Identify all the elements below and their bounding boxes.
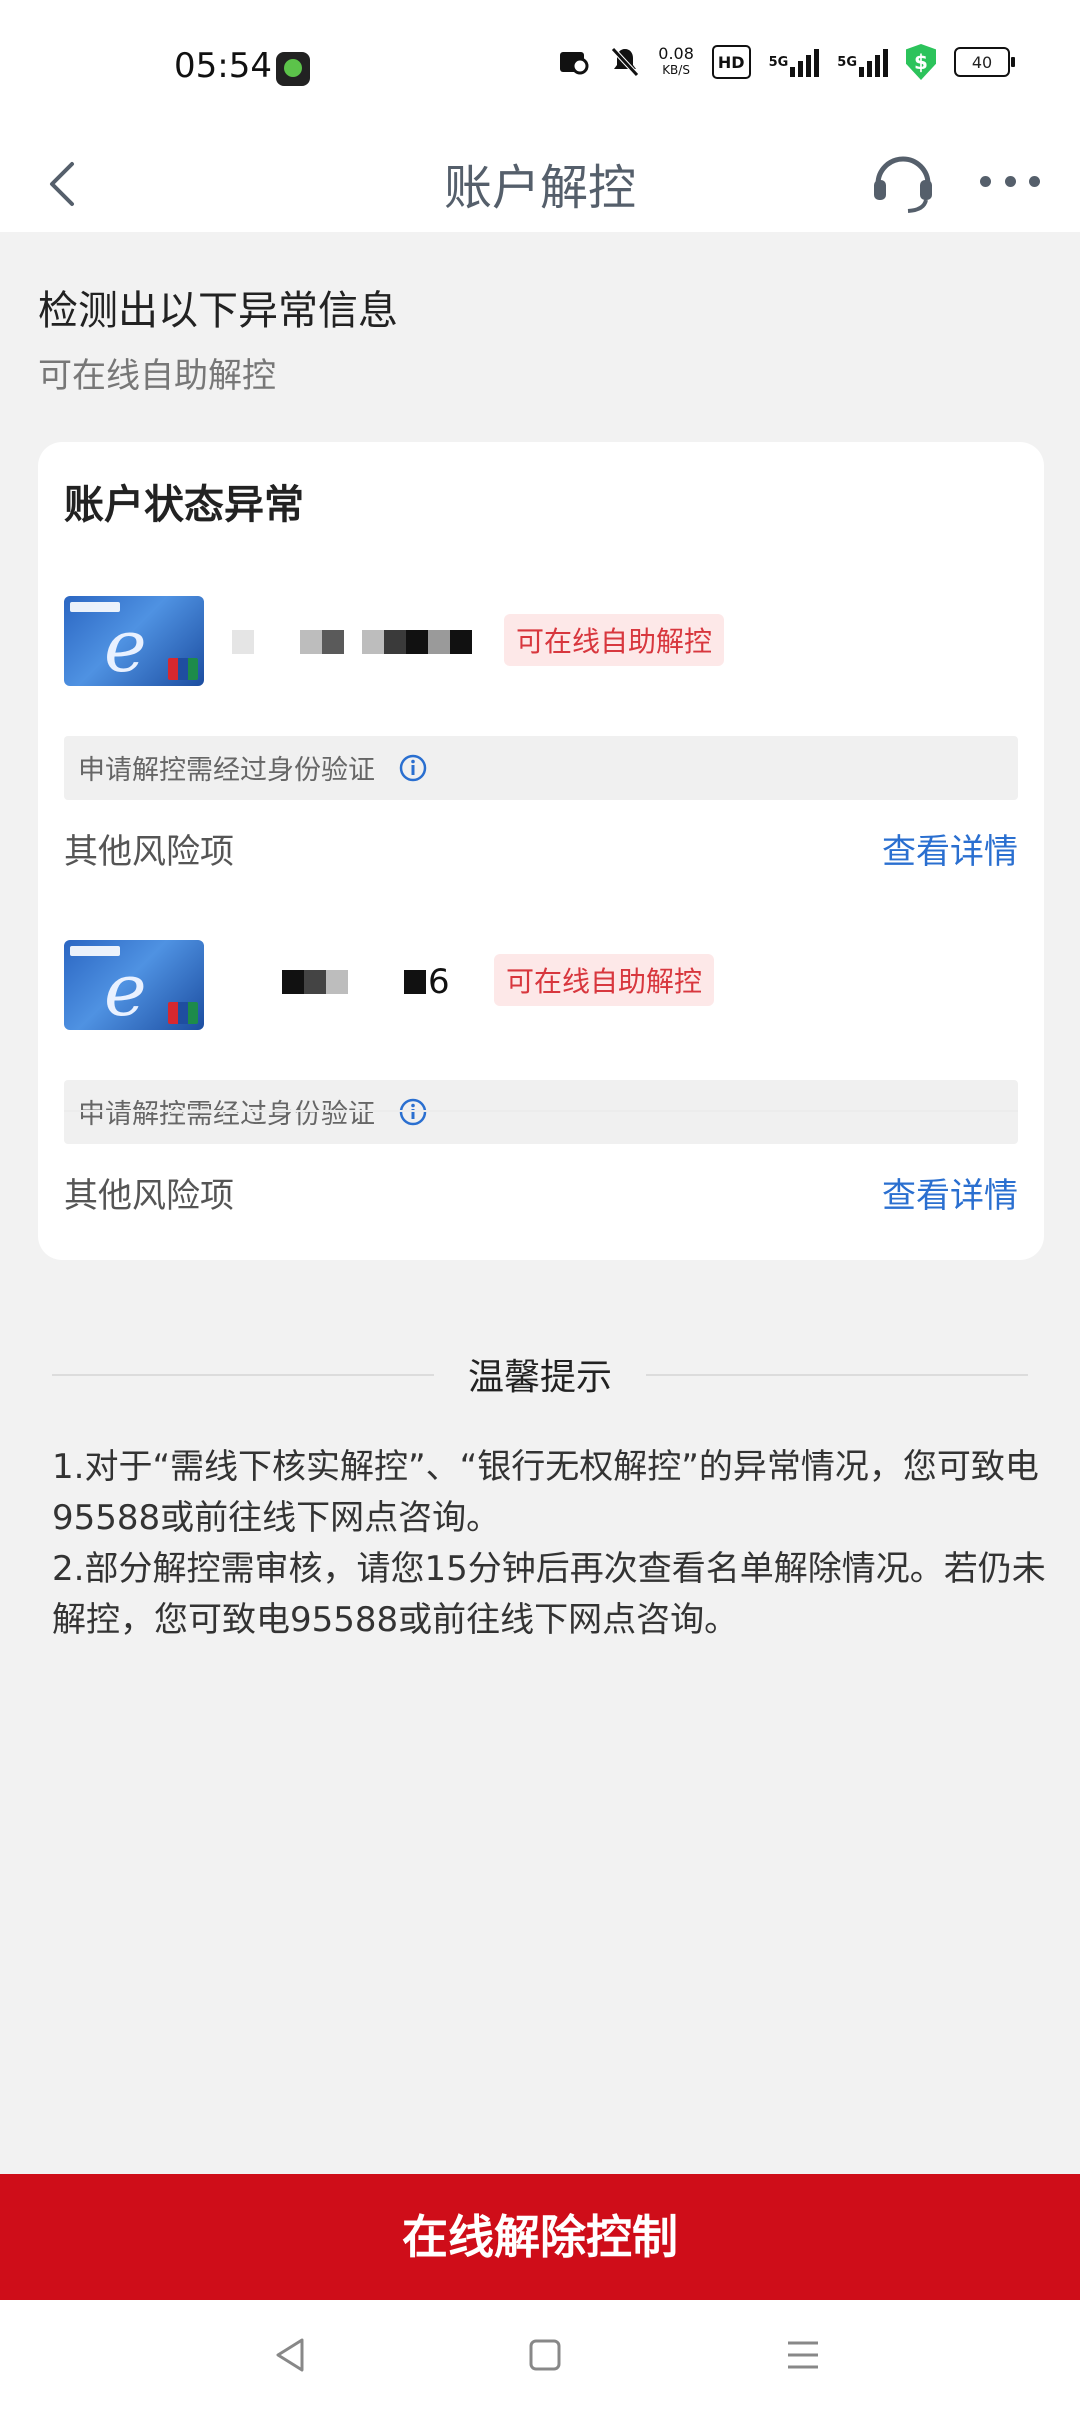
- verify-notice: 申请解控需经过身份验证: [64, 736, 1018, 800]
- view-details-link[interactable]: 查看详情: [882, 824, 1018, 873]
- risk-label: 其他风险项: [64, 1176, 234, 1216]
- more-dot-icon: [980, 175, 991, 187]
- network-speed: 0.08 KB/S: [658, 46, 694, 78]
- system-back-icon[interactable]: [266, 2330, 316, 2380]
- tip-item: 1.对于“需线下核实解控”、“银行无权解控”的异常情况，您可致电95588或前往…: [52, 1447, 1039, 1538]
- verify-text: 申请解控需经过身份验证: [78, 755, 375, 786]
- more-dot-icon: [1029, 175, 1040, 187]
- risk-label: 其他风险项: [64, 832, 234, 872]
- card-title: 账户状态异常: [64, 482, 304, 528]
- system-nav-bar: [0, 2300, 1080, 2412]
- security-shield-icon: $: [906, 44, 936, 80]
- tips-header: 温馨提示: [52, 1344, 1028, 1404]
- online-unlock-button[interactable]: 在线解除控制: [0, 2174, 1080, 2300]
- signal-1-label: 5G: [768, 54, 789, 70]
- more-dot-icon: [1004, 175, 1016, 187]
- status-icons: 0.08 KB/S HD 5G 5G $ 40: [558, 44, 1015, 80]
- verify-notice: 申请解控需经过身份验证: [64, 1080, 1018, 1144]
- status-bar: 05:54 0.08 KB/S HD 5G 5G $ 40: [0, 0, 1080, 140]
- signal-1: 5G: [769, 47, 820, 77]
- tips-content: 1.对于“需线下核实解控”、“银行无权解控”的异常情况，您可致电95588或前往…: [38, 1432, 1066, 1660]
- section-subheading: 可在线自助解控: [38, 356, 276, 396]
- more-button[interactable]: [980, 166, 1040, 196]
- app-notification-icon: [276, 52, 310, 86]
- system-menu-icon[interactable]: [778, 2330, 828, 2380]
- info-icon[interactable]: [398, 1097, 428, 1127]
- signal-2-label: 5G: [837, 54, 857, 70]
- signal-bars-icon: [790, 47, 820, 77]
- status-badge: 可在线自助解控: [494, 954, 715, 1006]
- hd-icon: HD: [711, 45, 751, 79]
- tips-title: 温馨提示: [467, 1357, 612, 1398]
- battery-icon: 40: [954, 47, 1015, 77]
- card-divider: [64, 1110, 1018, 1112]
- nav-bar: 账户解控: [0, 140, 1080, 232]
- signal-bars-icon: [859, 47, 888, 77]
- bank-card-image: e: [64, 940, 204, 1030]
- signal-2: 5G: [837, 47, 888, 77]
- network-speed-value: 0.08: [658, 44, 694, 63]
- status-badge: 可在线自助解控: [504, 614, 725, 666]
- bank-card-image: e: [64, 596, 204, 686]
- account-status-card: 账户状态异常 e 可在线自助解控 申请解控需经过身份验证 其他风险项 查看详情 …: [38, 442, 1044, 1260]
- headset-icon: [874, 156, 932, 213]
- view-details-link[interactable]: 查看详情: [882, 1168, 1018, 1217]
- network-speed-unit: KB/S: [662, 63, 690, 77]
- system-home-icon[interactable]: [520, 2330, 570, 2380]
- account-number-fragment: 6: [428, 962, 450, 1002]
- status-time: 05:54: [174, 46, 272, 86]
- mute-icon: [610, 47, 640, 77]
- tip-item: 2.部分解控需审核，请您15分钟后再次查看名单解除情况。若仍未解控，您可致电95…: [52, 1549, 1046, 1640]
- section-heading: 检测出以下异常信息: [38, 288, 398, 334]
- info-icon[interactable]: [398, 753, 428, 783]
- customer-service-button[interactable]: [866, 144, 940, 218]
- masked-account-number: 6: [232, 962, 492, 1002]
- masked-account-number: [232, 630, 482, 654]
- nfc-icon: [558, 47, 592, 77]
